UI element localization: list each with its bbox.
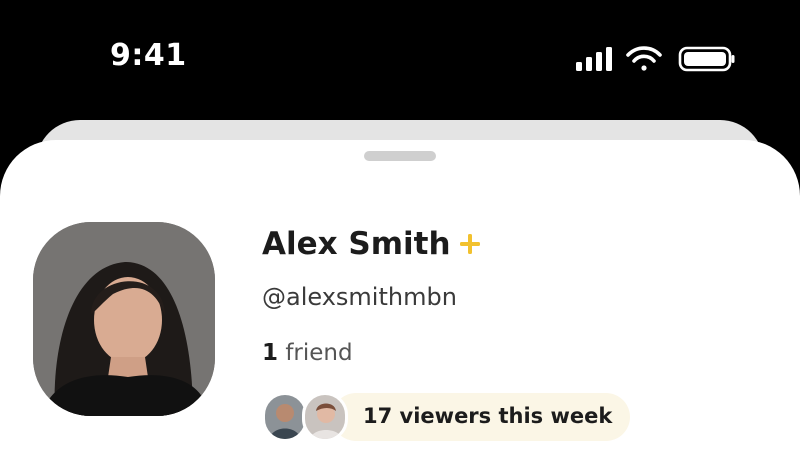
friends-number: 1 <box>262 340 279 366</box>
status-time: 9:41 <box>110 38 187 73</box>
status-icons <box>574 44 736 74</box>
viewers-text: 17 viewers this week <box>363 404 613 428</box>
profile-name: Alex Smith <box>262 226 451 262</box>
friends-label: friend <box>285 340 353 366</box>
sheet-grabber[interactable] <box>364 151 436 161</box>
plus-icon <box>459 233 481 255</box>
wifi-icon <box>626 46 662 71</box>
friends-count[interactable]: 1 friend <box>262 340 353 366</box>
signal-icon <box>576 47 612 71</box>
profile-avatar[interactable] <box>33 222 215 416</box>
profile-name-row: Alex Smith <box>262 226 481 262</box>
battery-icon <box>678 46 735 72</box>
viewer-avatar-2 <box>302 392 348 442</box>
status-bar: 9:41 <box>0 0 800 120</box>
profile-handle: @alexsmithmbn <box>262 283 457 311</box>
